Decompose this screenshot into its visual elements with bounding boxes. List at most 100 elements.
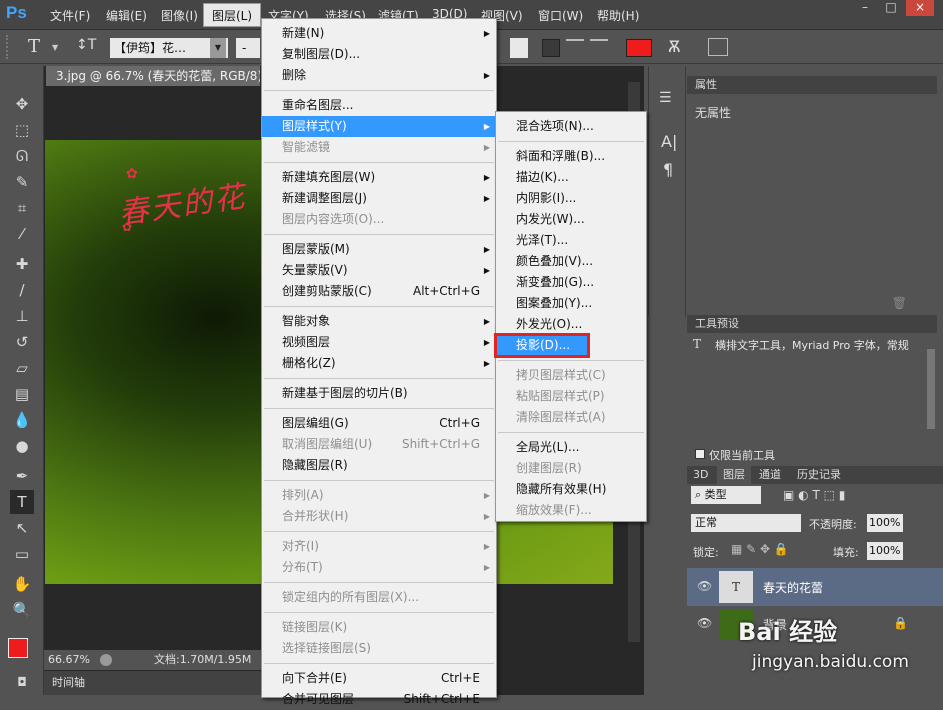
foreground-color-swatch[interactable]: [8, 638, 28, 658]
menu-item[interactable]: 图层样式(Y) ▶: [262, 116, 496, 137]
crop-tool-icon[interactable]: ⌗: [10, 196, 34, 220]
menu-item[interactable]: 矢量蒙版(V) ▶: [262, 260, 496, 281]
menu-item[interactable]: 新建填充图层(W) ▶: [262, 167, 496, 188]
menu-item[interactable]: 编辑(E): [106, 7, 147, 24]
grip-handle[interactable]: [6, 35, 12, 59]
menu-item[interactable]: 复制图层(D)...: [262, 44, 496, 65]
menu-item[interactable]: 混合选项(N)...: [496, 116, 646, 137]
lock-options-icon[interactable]: ▦ ✎ ✥ 🔒: [731, 542, 789, 556]
quick-selection-tool-icon[interactable]: ✎: [10, 170, 34, 194]
warp-text-icon[interactable]: Ѫ: [668, 37, 681, 56]
marquee-tool-icon[interactable]: ⬚: [10, 118, 34, 142]
current-tool-only-checkbox[interactable]: 仅限当前工具: [695, 447, 775, 463]
paragraph-panel-icon[interactable]: ¶: [663, 160, 673, 179]
align-right-icon[interactable]: [590, 39, 608, 57]
menu-item[interactable]: 图层编组(G) Ctrl+G: [262, 413, 496, 434]
clone-stamp-tool-icon[interactable]: ⊥: [10, 304, 34, 328]
blend-mode-select[interactable]: 正常: [691, 514, 801, 532]
tool-presets-tab[interactable]: 工具预设: [687, 315, 937, 333]
tab-3d[interactable]: 3D: [693, 466, 708, 484]
menu-item[interactable]: 图层蒙版(M) ▶: [262, 239, 496, 260]
maximize-button[interactable]: □: [880, 0, 902, 16]
character-panel-icon[interactable]: [708, 38, 728, 56]
menu-item[interactable]: 栅格化(Z) ▶: [262, 353, 496, 374]
menu-item[interactable]: 文件(F): [50, 7, 90, 24]
gradient-tool-icon[interactable]: ▤: [10, 382, 34, 406]
properties-tab[interactable]: 属性: [687, 76, 937, 94]
filter-type-select[interactable]: ⌕ 类型: [691, 486, 761, 504]
eyedropper-tool-icon[interactable]: ⁄: [10, 222, 34, 246]
history-brush-tool-icon[interactable]: ↺: [10, 330, 34, 354]
tool-preset-dropdown-icon[interactable]: ▼: [52, 43, 58, 52]
fill-input[interactable]: 100%: [867, 542, 903, 560]
status-info-icon[interactable]: [100, 654, 112, 666]
menu-item[interactable]: 投影(D)...: [494, 333, 590, 358]
healing-brush-tool-icon[interactable]: ✚: [10, 252, 34, 276]
menu-item[interactable]: 图案叠加(Y)...: [496, 293, 646, 314]
character-panel-icon[interactable]: A|: [661, 132, 677, 151]
lasso-tool-icon[interactable]: ᘏ: [10, 144, 34, 168]
tab-layers[interactable]: 图层: [717, 466, 751, 484]
zoom-level[interactable]: 66.67%: [48, 650, 90, 670]
layer-row[interactable]: 👁 T 春天的花蕾: [687, 568, 943, 606]
menu-item[interactable]: 视频图层 ▶: [262, 332, 496, 353]
timeline-tab[interactable]: 时间轴: [44, 671, 262, 695]
tool-preset-item[interactable]: 横排文字工具，Myriad Pro 字体，常规: [715, 337, 909, 353]
align-center-icon[interactable]: [566, 39, 584, 57]
font-family-select[interactable]: 【伊筠】花… ▼: [110, 38, 228, 58]
history-panel-icon[interactable]: ☰: [659, 90, 677, 108]
orientation-toggle-icon[interactable]: ↕T: [76, 37, 96, 57]
menu-item[interactable]: 隐藏图层(R): [262, 455, 496, 476]
menu-item[interactable]: 内阴影(I)...: [496, 188, 646, 209]
rectangle-tool-icon[interactable]: ▭: [10, 542, 34, 566]
tab-channels[interactable]: 通道: [759, 466, 781, 484]
menu-item[interactable]: 隐藏所有效果(H): [496, 479, 646, 500]
menu-item[interactable]: 颜色叠加(V)...: [496, 251, 646, 272]
menu-item[interactable]: 图层(L): [212, 7, 252, 24]
minimize-button[interactable]: –: [854, 0, 876, 16]
visibility-eye-icon[interactable]: 👁: [697, 616, 712, 630]
menu-item[interactable]: 描边(K)...: [496, 167, 646, 188]
menu-item[interactable]: 删除 ▶: [262, 65, 496, 86]
visibility-eye-icon[interactable]: 👁: [697, 579, 712, 593]
menu-item[interactable]: 渐变叠加(G)...: [496, 272, 646, 293]
pen-tool-icon[interactable]: ✒: [10, 464, 34, 488]
menu-item[interactable]: 光泽(T)...: [496, 230, 646, 251]
opacity-input[interactable]: 100%: [867, 514, 903, 532]
quick-mask-icon[interactable]: ◘: [10, 670, 34, 694]
menu-item[interactable]: 图像(I): [161, 7, 198, 24]
menu-item[interactable]: 新建调整图层(J) ▶: [262, 188, 496, 209]
menu-item[interactable]: 重命名图层...: [262, 95, 496, 116]
eraser-tool-icon[interactable]: ▱: [10, 356, 34, 380]
type-tool-icon[interactable]: T: [28, 36, 40, 57]
blur-tool-icon[interactable]: 💧: [10, 408, 34, 432]
brush-tool-icon[interactable]: ∕: [10, 278, 34, 302]
font-style-select[interactable]: -: [236, 38, 260, 58]
type-tool-active-icon[interactable]: T: [10, 490, 34, 514]
menu-item[interactable]: 内发光(W)...: [496, 209, 646, 230]
menu-item[interactable]: 新建(N) ▶: [262, 23, 496, 44]
trash-icon[interactable]: 🗑: [892, 296, 907, 310]
menu-item[interactable]: 向下合并(E) Ctrl+E: [262, 668, 496, 689]
align-left-icon[interactable]: [542, 39, 560, 57]
text-color-swatch[interactable]: [626, 39, 652, 57]
menu-item[interactable]: 窗口(W): [538, 7, 583, 24]
menu-item[interactable]: 外发光(O)...: [496, 314, 646, 335]
zoom-tool-icon[interactable]: 🔍: [10, 598, 34, 622]
path-selection-tool-icon[interactable]: ↖: [10, 516, 34, 540]
presets-scrollbar[interactable]: [927, 349, 935, 429]
hand-tool-icon[interactable]: ✋: [10, 572, 34, 596]
document-tab[interactable]: 3.jpg @ 66.7% (春天的花蕾, RGB/8) *: [46, 66, 260, 86]
anti-alias-select[interactable]: [510, 38, 528, 58]
menu-item[interactable]: 斜面和浮雕(B)...: [496, 146, 646, 167]
tab-history[interactable]: 历史记录: [797, 466, 841, 484]
dodge-tool-icon[interactable]: ●: [10, 434, 34, 458]
close-button[interactable]: ×: [906, 0, 934, 16]
filter-pixel-icon[interactable]: ▣ ◐ T ⬚ ▮: [783, 488, 845, 502]
move-tool-icon[interactable]: ✥: [10, 92, 34, 116]
menu-item[interactable]: 帮助(H): [597, 7, 639, 24]
menu-item[interactable]: 全局光(L)...: [496, 437, 646, 458]
menu-item[interactable]: 合并可见图层 Shift+Ctrl+E: [262, 689, 496, 710]
layer-name[interactable]: 春天的花蕾: [763, 579, 823, 596]
menu-item[interactable]: 智能对象 ▶: [262, 311, 496, 332]
